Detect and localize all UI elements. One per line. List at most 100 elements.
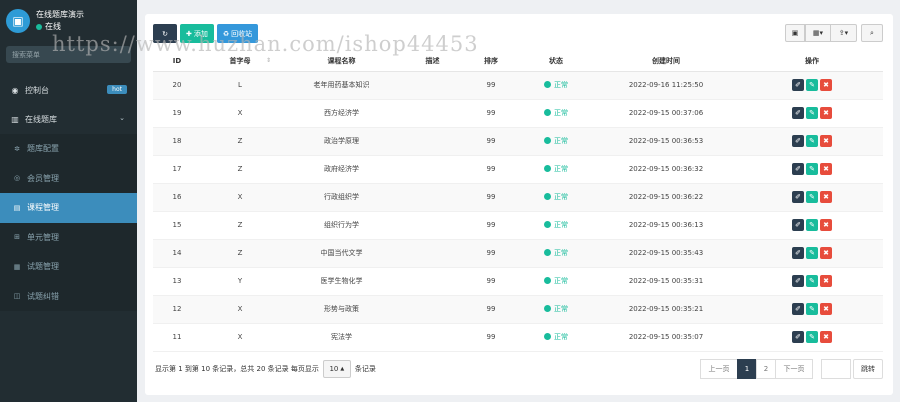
status-label: 正常: [554, 136, 568, 145]
per-page-select[interactable]: 10 ▲: [322, 360, 351, 378]
drag-sort-button[interactable]: ✐: [792, 163, 804, 175]
delete-button[interactable]: ✖: [820, 219, 832, 231]
drag-sort-button[interactable]: ✐: [792, 331, 804, 343]
column-header-id[interactable]: ID: [153, 51, 201, 72]
sidebar-item-label: 试题管理: [27, 262, 59, 272]
export-button[interactable]: ⇪▾: [831, 24, 857, 42]
drag-sort-button[interactable]: ✐: [792, 191, 804, 203]
next-page-button[interactable]: 下一页: [775, 359, 813, 379]
cell-sort: 99: [461, 323, 521, 352]
edit-button[interactable]: ✎: [806, 247, 818, 259]
search-icon: ⌕: [870, 28, 874, 37]
cell-letter: L: [201, 71, 279, 100]
courses-table: ID 首字母 ⇕ 课程名称 描述 排序 状态 创建时间 操作 20 L 老年用药基本知…: [153, 51, 883, 352]
trash-icon: ✖: [823, 193, 829, 201]
sidebar-item-members[interactable]: ◎ 会员管理: [0, 163, 137, 193]
delete-button[interactable]: ✖: [820, 163, 832, 175]
edit-button[interactable]: ✎: [806, 303, 818, 315]
search-button[interactable]: ⌕: [861, 24, 883, 42]
column-header-sort[interactable]: 排序: [461, 51, 521, 72]
delete-button[interactable]: ✖: [820, 79, 832, 91]
cell-status: 正常: [521, 71, 591, 100]
drag-sort-button[interactable]: ✐: [792, 219, 804, 231]
sidebar-item-corrections[interactable]: ◫ 试题纠错: [0, 281, 137, 311]
page-2-button[interactable]: 2: [756, 359, 776, 379]
cell-status: 正常: [521, 295, 591, 324]
edit-button[interactable]: ✎: [806, 163, 818, 175]
drag-sort-button[interactable]: ✐: [792, 275, 804, 287]
cell-id: 12: [153, 295, 201, 324]
delete-button[interactable]: ✖: [820, 247, 832, 259]
status-dot-icon: [544, 277, 551, 285]
sidebar-item-label: 会员管理: [27, 173, 59, 183]
status-badge: 正常: [544, 220, 568, 230]
sidebar-item-courses[interactable]: ▤ 课程管理: [0, 193, 137, 223]
chevron-down-icon: ⌄: [119, 114, 125, 122]
pencil-icon: ✎: [809, 277, 815, 285]
delete-button[interactable]: ✖: [820, 331, 832, 343]
edit-button[interactable]: ✎: [806, 331, 818, 343]
table-row: 15 Z 组织行为学 99 正常 2022-09-15 00:36:13 ✐ ✎ ✖: [153, 211, 883, 240]
pencil-icon: ✎: [809, 333, 815, 341]
edit-button[interactable]: ✎: [806, 219, 818, 231]
cell-actions: ✐ ✎ ✖: [741, 323, 883, 352]
column-header-status[interactable]: 状态: [521, 51, 591, 72]
delete-button[interactable]: ✖: [820, 303, 832, 315]
sidebar-item-dashboard[interactable]: ◉ 控制台 hot: [0, 76, 137, 105]
gear-icon: ✲: [14, 144, 20, 153]
column-header-created[interactable]: 创建时间: [591, 51, 741, 72]
sidebar-item-questions[interactable]: ▦ 试题管理: [0, 252, 137, 282]
column-header-letter[interactable]: 首字母 ⇕: [201, 51, 279, 72]
cell-id: 17: [153, 155, 201, 184]
cell-status: 正常: [521, 323, 591, 352]
status-label: 正常: [554, 276, 568, 285]
edit-button[interactable]: ✎: [806, 135, 818, 147]
toggle-view-button[interactable]: ▣: [785, 24, 805, 42]
table-row: 20 L 老年用药基本知识 99 正常 2022-09-16 11:25:50 ✐ ✎ ✖: [153, 71, 883, 100]
delete-button[interactable]: ✖: [820, 275, 832, 287]
recycle-bin-button[interactable]: ♻ 回收站: [216, 24, 259, 43]
delete-button[interactable]: ✖: [820, 107, 832, 119]
cell-desc: [404, 239, 461, 268]
prev-page-button[interactable]: 上一页: [700, 359, 738, 379]
cell-id: 14: [153, 239, 201, 268]
cell-sort: 99: [461, 155, 521, 184]
sidebar-item-label: 在线题库: [25, 115, 57, 124]
trash-icon: ✖: [823, 137, 829, 145]
edit-button[interactable]: ✎: [806, 191, 818, 203]
column-header-name[interactable]: 课程名称: [279, 51, 404, 72]
pencil-icon: ✎: [809, 221, 815, 229]
delete-button[interactable]: ✖: [820, 191, 832, 203]
table-row: 16 X 行政组织学 99 正常 2022-09-15 00:36:22 ✐ ✎ ✖: [153, 183, 883, 212]
status-badge: 正常: [544, 164, 568, 174]
edit-button[interactable]: ✎: [806, 79, 818, 91]
drag-sort-button[interactable]: ✐: [792, 303, 804, 315]
sidebar-item-question-bank[interactable]: ▥ 在线题库 ⌄: [0, 105, 137, 134]
sidebar-item-units[interactable]: ⊞ 单元管理: [0, 222, 137, 252]
book-icon: ▤: [13, 203, 21, 212]
refresh-button[interactable]: ↻: [153, 24, 177, 43]
sidebar-item-bank-config[interactable]: ✲ 题库配置: [0, 134, 137, 164]
cell-actions: ✐ ✎ ✖: [741, 155, 883, 184]
caret-up-icon: ▲: [340, 366, 345, 372]
page-number-input[interactable]: [821, 359, 851, 379]
columns-button[interactable]: ▦▾: [805, 24, 831, 42]
menu-search-input[interactable]: [6, 46, 131, 63]
delete-button[interactable]: ✖: [820, 135, 832, 147]
jump-button[interactable]: 跳转: [853, 359, 883, 379]
column-header-letter-label: 首字母: [229, 56, 251, 65]
drag-sort-button[interactable]: ✐: [792, 247, 804, 259]
edit-button[interactable]: ✎: [806, 107, 818, 119]
cell-actions: ✐ ✎ ✖: [741, 71, 883, 100]
drag-sort-button[interactable]: ✐: [792, 79, 804, 91]
edit-button[interactable]: ✎: [806, 275, 818, 287]
page-1-button[interactable]: 1: [737, 359, 757, 379]
status-dot-icon: [544, 193, 551, 201]
column-header-desc[interactable]: 描述: [404, 51, 461, 72]
cell-letter: X: [201, 99, 279, 128]
drag-sort-button[interactable]: ✐: [792, 135, 804, 147]
cell-created: 2022-09-15 00:36:32: [591, 155, 741, 184]
drag-sort-button[interactable]: ✐: [792, 107, 804, 119]
trash-icon: ✖: [823, 305, 829, 313]
add-button[interactable]: ✚ 添加: [180, 24, 214, 43]
